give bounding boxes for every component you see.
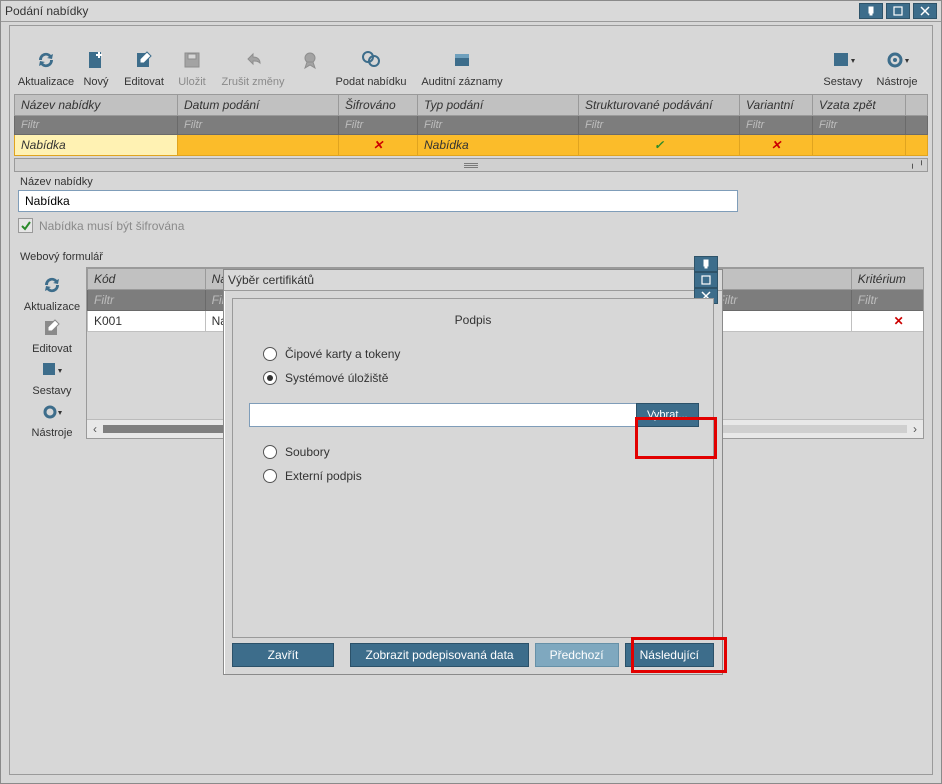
dialog-buttons: Zavřít Zobrazit podepisovaná data Předch… <box>232 642 714 668</box>
edit-button[interactable]: Editovat <box>118 36 170 88</box>
wf-filter-unknown[interactable]: Filtr <box>711 290 851 311</box>
cell-date <box>178 135 339 156</box>
prev-button[interactable]: Předchozí <box>535 643 619 667</box>
radio-external[interactable]: Externí podpis <box>263 469 713 483</box>
filter-extra[interactable] <box>906 116 928 135</box>
radio-sysstore[interactable]: Systémové úložiště <box>263 371 713 385</box>
name-label: Název nabídky <box>20 176 924 188</box>
cell-extra <box>906 135 928 156</box>
col-variant[interactable]: Variantní <box>740 95 813 116</box>
cell-type: Nabídka <box>418 135 579 156</box>
wf-filter-code[interactable]: Filtr <box>88 290 206 311</box>
close-icon[interactable] <box>913 3 937 19</box>
col-structured[interactable]: Strukturované podávání <box>579 95 740 116</box>
col-type[interactable]: Typ podání <box>418 95 579 116</box>
col-encrypted[interactable]: Šifrováno <box>339 95 418 116</box>
wf-cell-code: K001 <box>88 311 206 332</box>
scroll-left-icon[interactable]: ‹ <box>87 422 103 436</box>
filter-withdrawn[interactable]: Filtr <box>813 116 906 135</box>
name-input[interactable] <box>18 190 738 212</box>
undo-button[interactable]: Zrušit změny <box>214 36 292 88</box>
badge-button[interactable] <box>292 36 328 88</box>
filter-type[interactable]: Filtr <box>418 116 579 135</box>
cell-name: Nabídka <box>15 135 178 156</box>
wf-filter-criterion[interactable]: Filtr <box>851 290 924 311</box>
window-controls <box>859 3 937 19</box>
wf-col-unknown[interactable] <box>711 269 851 290</box>
encrypt-checkbox[interactable] <box>18 218 33 233</box>
cell-withdrawn <box>813 135 906 156</box>
filter-variant[interactable]: Filtr <box>740 116 813 135</box>
refresh-button[interactable]: Aktualizace <box>18 36 74 88</box>
certificate-dialog: Výběr certifikátů Podpis Čipové karty a … <box>223 269 723 675</box>
next-button[interactable]: Následující <box>625 643 714 667</box>
webform-sidetools: Aktualizace Editovat Sestavy Nástroje <box>18 267 86 439</box>
maximize-icon[interactable] <box>886 3 910 19</box>
table-row[interactable]: Nabídka ✕ Nabídka ✓ ✕ <box>15 135 928 156</box>
show-signed-data-button[interactable]: Zobrazit podepisovaná data <box>350 643 528 667</box>
wf-tools-button[interactable]: Nástroje <box>21 399 83 439</box>
dialog-body: Podpis Čipové karty a tokeny Systémové ú… <box>232 298 714 638</box>
radio-smartcards[interactable]: Čipové karty a tokeny <box>263 347 713 361</box>
wf-reports-button[interactable]: Sestavy <box>21 357 83 397</box>
radio-files[interactable]: Soubory <box>263 445 713 459</box>
dialog-pin-icon[interactable] <box>694 256 718 272</box>
tools-button[interactable]: Nástroje <box>870 36 924 88</box>
scroll-right-icon[interactable]: › <box>907 422 923 436</box>
filter-date[interactable]: Filtr <box>178 116 339 135</box>
filter-encrypted[interactable]: Filtr <box>339 116 418 135</box>
certificate-path-input[interactable] <box>249 403 637 427</box>
titlebar: Podání nabídky <box>1 1 941 22</box>
col-date[interactable]: Datum podání <box>178 95 339 116</box>
webform-label: Webový formulář <box>20 251 924 263</box>
submit-button[interactable]: Podat nabídku <box>328 36 414 88</box>
reports-button[interactable]: Sestavy <box>816 36 870 88</box>
cell-variant: ✕ <box>740 135 813 156</box>
dialog-titlebar: Výběr certifikátů <box>224 270 722 291</box>
main-window: Podání nabídky Aktualizace Nový Editovat <box>0 0 942 784</box>
new-button[interactable]: Nový <box>74 36 118 88</box>
wf-cell-unknown <box>711 311 851 332</box>
detail-form: Název nabídky Nabídka musí být šifrována… <box>18 176 924 263</box>
dialog-maximize-icon[interactable] <box>694 272 718 288</box>
filter-name[interactable]: Filtr <box>15 116 178 135</box>
splitter-handle[interactable] <box>14 158 928 172</box>
col-withdrawn[interactable]: Vzata zpět <box>813 95 906 116</box>
dialog-heading: Podpis <box>233 313 713 327</box>
wf-edit-button[interactable]: Editovat <box>21 315 83 355</box>
encrypt-label: Nabídka musí být šifrována <box>39 219 184 233</box>
dialog-title: Výběr certifikátů <box>228 273 694 287</box>
offers-grid: Název nabídky Datum podání Šifrováno Typ… <box>14 94 928 156</box>
filter-structured[interactable]: Filtr <box>579 116 740 135</box>
audit-button[interactable]: Auditní záznamy <box>414 36 510 88</box>
save-button[interactable]: Uložit <box>170 36 214 88</box>
toolbar: Aktualizace Nový Editovat Uložit Zrušit … <box>10 26 932 88</box>
window-title: Podání nabídky <box>5 4 859 18</box>
cell-structured: ✓ <box>579 135 740 156</box>
cell-encrypted: ✕ <box>339 135 418 156</box>
wf-refresh-button[interactable]: Aktualizace <box>21 267 83 313</box>
encrypt-checkbox-row: Nabídka musí být šifrována <box>18 218 924 233</box>
col-extra[interactable] <box>906 95 928 116</box>
select-button[interactable]: Vybrat... <box>636 403 699 427</box>
wf-col-criterion[interactable]: Kritérium <box>851 269 924 290</box>
col-name[interactable]: Název nabídky <box>15 95 178 116</box>
pin-icon[interactable] <box>859 3 883 19</box>
wf-cell-criterion: ✕ <box>851 311 924 332</box>
close-button[interactable]: Zavřít <box>232 643 334 667</box>
wf-col-code[interactable]: Kód <box>88 269 206 290</box>
